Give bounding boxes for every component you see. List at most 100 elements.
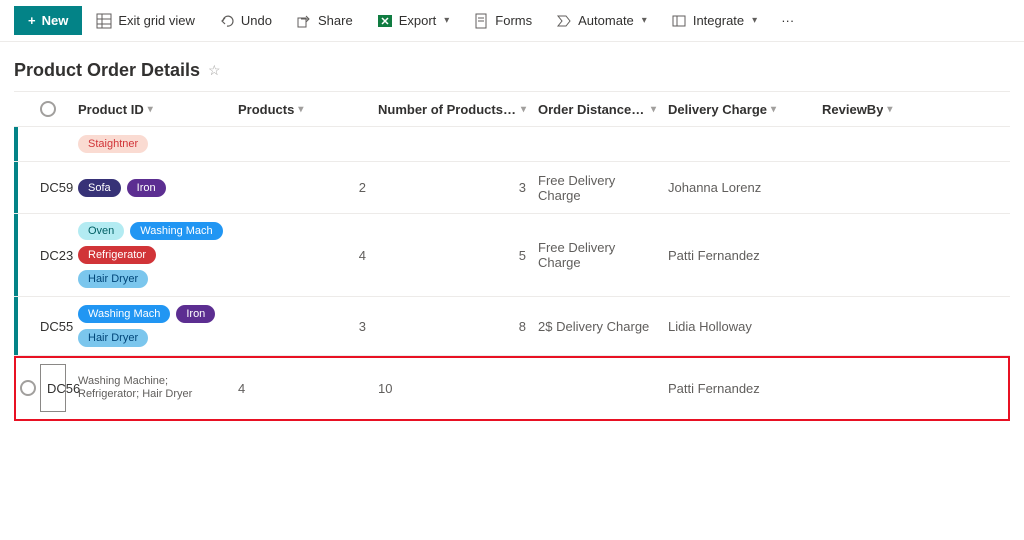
ellipsis-icon: ··· xyxy=(781,13,794,28)
product-chip: Oven xyxy=(78,222,124,240)
product-chips: Washing Mach Iron Hair Dryer xyxy=(78,305,226,347)
col-distance[interactable]: Order Distance Miles▾ xyxy=(532,102,662,117)
plus-icon: + xyxy=(28,13,36,28)
grid: Product ID▾ Products▾ Number of Products… xyxy=(0,91,1024,421)
chevron-down-icon: ▾ xyxy=(444,15,449,26)
chevron-down-icon: ▾ xyxy=(771,104,776,115)
product-chips: Sofa Iron xyxy=(78,179,226,197)
table-row[interactable]: DC23 OvenWashing MachRefrigeratorHair Dr… xyxy=(14,214,1010,297)
cell-products[interactable]: OvenWashing MachRefrigeratorHair Dryer xyxy=(72,220,232,290)
share-label: Share xyxy=(318,13,353,28)
chevron-down-icon: ▾ xyxy=(298,104,303,115)
cell-num-ordered[interactable]: 3 xyxy=(232,317,372,336)
col-products[interactable]: Products▾ xyxy=(232,102,372,117)
chevron-down-icon: ▾ xyxy=(651,104,656,115)
cell-product-id[interactable]: DC23 xyxy=(34,246,72,265)
product-chip: Hair Dryer xyxy=(78,270,148,288)
integrate-icon xyxy=(671,13,687,29)
new-button[interactable]: + New xyxy=(14,6,82,35)
share-button[interactable]: Share xyxy=(286,7,363,35)
page-title: Product Order Details xyxy=(14,60,200,81)
favorite-star-icon[interactable]: ☆ xyxy=(208,62,221,79)
export-label: Export xyxy=(399,13,437,28)
forms-icon xyxy=(473,13,489,29)
edit-review-by-cell[interactable]: Patti Fernandez xyxy=(662,379,816,398)
automate-icon xyxy=(556,13,572,29)
cell-delivery[interactable] xyxy=(532,142,662,146)
cell-products[interactable]: Staightner xyxy=(72,133,232,155)
cell-num-ordered[interactable]: 2 xyxy=(232,178,372,197)
chevron-down-icon: ▾ xyxy=(642,15,647,26)
cell-review-by[interactable] xyxy=(662,142,816,146)
integrate-button[interactable]: Integrate ▾ xyxy=(661,7,767,35)
cell-distance[interactable]: 5 xyxy=(372,246,532,265)
product-chip: Iron xyxy=(127,179,166,197)
row-accent xyxy=(14,297,18,355)
table-row[interactable]: DC59 Sofa Iron 2 3 Free Delivery Charge J… xyxy=(14,162,1010,214)
col-review-by[interactable]: ReviewBy▾ xyxy=(816,102,956,117)
new-button-label: New xyxy=(42,13,69,28)
product-chip: Sofa xyxy=(78,179,121,197)
cell-products[interactable]: Washing Mach Iron Hair Dryer xyxy=(72,303,232,349)
cell-product-id[interactable] xyxy=(34,142,72,146)
integrate-label: Integrate xyxy=(693,13,744,28)
col-num-ordered[interactable]: Number of Products Ordered▾ xyxy=(372,102,532,117)
chevron-down-icon: ▾ xyxy=(752,15,757,26)
undo-icon xyxy=(219,13,235,29)
share-icon xyxy=(296,13,312,29)
cell-delivery[interactable]: Free Delivery Charge xyxy=(532,238,662,272)
row-accent xyxy=(14,356,18,420)
edit-delivery-cell[interactable] xyxy=(532,386,662,390)
edit-num-ordered-cell[interactable]: 4 xyxy=(232,379,372,398)
edit-product-id-input[interactable]: DC56 xyxy=(40,364,66,412)
cell-product-id[interactable]: DC55 xyxy=(34,317,72,336)
row-accent xyxy=(14,162,18,213)
radio-icon xyxy=(40,101,56,117)
undo-label: Undo xyxy=(241,13,272,28)
cell-product-id[interactable]: DC59 xyxy=(34,178,72,197)
chevron-down-icon: ▾ xyxy=(148,104,153,115)
toolbar: + New Exit grid view Undo Share Export ▾… xyxy=(0,0,1024,42)
cell-distance[interactable]: 8 xyxy=(372,317,532,336)
product-chip: Washing Mach xyxy=(130,222,222,240)
product-chip: Washing Mach xyxy=(78,305,170,323)
cell-distance[interactable]: 3 xyxy=(372,178,532,197)
cell-num-ordered[interactable]: 4 xyxy=(232,246,372,265)
automate-button[interactable]: Automate ▾ xyxy=(546,7,657,35)
cell-review-by[interactable]: Johanna Lorenz xyxy=(662,178,816,197)
export-button[interactable]: Export ▾ xyxy=(367,7,460,35)
product-chip: Hair Dryer xyxy=(78,329,148,347)
col-product-id[interactable]: Product ID▾ xyxy=(72,102,232,117)
row-accent xyxy=(14,214,18,296)
exit-grid-view-label: Exit grid view xyxy=(118,13,195,28)
table-row[interactable]: Staightner xyxy=(14,127,1010,162)
cell-review-by[interactable]: Patti Fernandez xyxy=(662,246,816,265)
edit-distance-cell[interactable]: 10 xyxy=(372,379,532,398)
excel-icon xyxy=(377,13,393,29)
cell-distance[interactable] xyxy=(372,142,532,146)
table-row[interactable]: DC55 Washing Mach Iron Hair Dryer 3 8 2$ D… xyxy=(14,297,1010,356)
cell-products[interactable]: Sofa Iron xyxy=(72,177,232,199)
col-delivery[interactable]: Delivery Charge▾ xyxy=(662,102,816,117)
cell-num-ordered[interactable] xyxy=(232,142,372,146)
cell-review-by[interactable]: Lidia Holloway xyxy=(662,317,816,336)
edit-product-id-cell[interactable]: DC56 xyxy=(34,362,72,414)
select-all[interactable] xyxy=(34,101,72,117)
edit-row[interactable]: DC56 Washing Machine; Refrigerator; Hair… xyxy=(14,356,1010,421)
more-button[interactable]: ··· xyxy=(771,7,804,34)
grid-icon xyxy=(96,13,112,29)
forms-button[interactable]: Forms xyxy=(463,7,542,35)
product-chips: OvenWashing MachRefrigeratorHair Dryer xyxy=(78,222,226,288)
product-chip: Staightner xyxy=(78,135,148,153)
product-chips: Staightner xyxy=(78,135,226,153)
cell-delivery[interactable]: Free Delivery Charge xyxy=(532,171,662,205)
undo-button[interactable]: Undo xyxy=(209,7,282,35)
chevron-down-icon: ▾ xyxy=(887,104,892,115)
cell-delivery[interactable]: 2$ Delivery Charge xyxy=(532,317,662,336)
product-chip: Iron xyxy=(176,305,215,323)
edit-products-cell[interactable]: Washing Machine; Refrigerator; Hair Drye… xyxy=(72,373,232,403)
row-accent xyxy=(14,127,18,161)
automate-label: Automate xyxy=(578,13,634,28)
chevron-down-icon: ▾ xyxy=(521,104,526,115)
exit-grid-view-button[interactable]: Exit grid view xyxy=(86,7,205,35)
